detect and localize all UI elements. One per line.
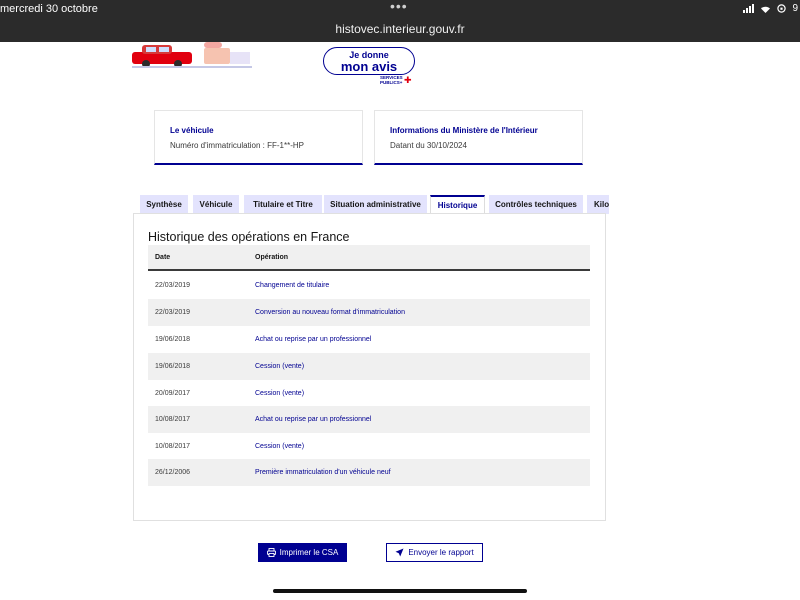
status-date: mercredi 30 octobre: [0, 3, 98, 15]
table-row: 10/08/2017 Achat ou reprise par un profe…: [148, 406, 590, 433]
table-row: 26/12/2006 Première immatriculation d'un…: [148, 459, 590, 486]
battery-level: 9: [792, 3, 798, 14]
tab-historique[interactable]: Historique: [430, 195, 485, 214]
send-report-button[interactable]: Envoyer le rapport: [386, 543, 483, 562]
row-date: 10/08/2017: [155, 416, 191, 423]
row-operation: Achat ou reprise par un professionnel: [255, 336, 372, 343]
row-operation: Première immatriculation d'un véhicule n…: [255, 469, 391, 476]
row-operation: Achat ou reprise par un professionnel: [255, 416, 372, 423]
row-operation: Changement de titulaire: [255, 282, 330, 289]
row-operation: Conversion au nouveau format d'immatricu…: [255, 309, 405, 316]
services-publics-logo: SERVICES PUBLICS+: [380, 75, 403, 85]
tab-synthese[interactable]: Synthèse: [140, 195, 188, 214]
tab-bar: Synthèse Véhicule Titulaire et Titre Sit…: [140, 195, 609, 214]
row-date: 20/09/2017: [155, 390, 191, 397]
print-csa-label: Imprimer le CSA: [279, 548, 339, 557]
services-publics-plus-icon: ✚: [404, 75, 412, 85]
row-date: 26/12/2006: [155, 469, 191, 476]
wifi-icon: [761, 6, 771, 13]
vehicle-card-title: Le véhicule: [170, 126, 214, 135]
registration-number: Numéro d'immatriculation : FF-1**-HP: [170, 141, 305, 150]
table-row: 20/09/2017 Cession (vente): [148, 380, 590, 407]
row-date: 10/08/2017: [155, 443, 191, 450]
cellular-signal-icon: [743, 4, 755, 13]
row-date: 19/06/2018: [155, 336, 191, 343]
car-illustration: [132, 42, 252, 68]
report-date: Datant du 30/10/2024: [390, 141, 467, 150]
send-arrow-icon: [395, 548, 404, 557]
tab-controles-techniques[interactable]: Contrôles techniques: [489, 195, 583, 214]
home-indicator[interactable]: [273, 589, 527, 593]
historique-title: Historique des opérations en France: [148, 230, 350, 244]
tab-situation-administrative[interactable]: Situation administrative: [324, 195, 427, 214]
table-row: 22/03/2019 Conversion au nouveau format …: [148, 299, 590, 326]
table-row: 19/06/2018 Achat ou reprise par un profe…: [148, 326, 590, 353]
print-csa-button[interactable]: Imprimer le CSA: [258, 543, 347, 562]
table-row: 22/03/2019 Changement de titulaire: [148, 272, 590, 299]
column-header-date: Date: [155, 254, 171, 261]
row-operation: Cession (vente): [255, 363, 305, 370]
ministry-card-title: Informations du Ministère de l'Intérieur: [390, 126, 538, 135]
avis-line2: mon avis: [340, 59, 398, 74]
ministry-info-card: Informations du Ministère de l'Intérieur…: [374, 110, 583, 165]
table-row: 10/08/2017 Cession (vente): [148, 433, 590, 460]
tab-kilometrage[interactable]: Kilo: [587, 195, 609, 214]
row-date: 22/03/2019: [155, 309, 191, 316]
sp-line2: PUBLICS+: [380, 80, 403, 85]
vehicle-card: Le véhicule Numéro d'immatriculation : F…: [154, 110, 363, 165]
row-operation: Cession (vente): [255, 443, 305, 450]
tab-titulaire-et-titre[interactable]: Titulaire et Titre: [244, 195, 322, 214]
orientation-lock-icon: [777, 4, 787, 13]
row-date: 19/06/2018: [155, 363, 191, 370]
status-icons: 9: [743, 3, 798, 14]
column-header-operation: Opération: [255, 254, 289, 261]
address-bar-url[interactable]: histovec.interieur.gouv.fr: [0, 22, 800, 36]
row-operation: Cession (vente): [255, 390, 305, 397]
ground-line: [132, 66, 252, 68]
table-row: 19/06/2018 Cession (vente): [148, 353, 590, 380]
row-date: 22/03/2019: [155, 282, 191, 289]
send-report-label: Envoyer le rapport: [408, 548, 474, 557]
tab-menu-dots-icon[interactable]: •••: [390, 0, 408, 14]
tab-vehicule[interactable]: Véhicule: [193, 195, 239, 214]
browser-top-bar: mercredi 30 octobre ••• histovec.interie…: [0, 0, 800, 42]
je-donne-mon-avis-button[interactable]: Je donne mon avis: [323, 47, 415, 75]
history-table-header: Date Opération: [148, 245, 590, 271]
printer-icon: [266, 548, 276, 557]
